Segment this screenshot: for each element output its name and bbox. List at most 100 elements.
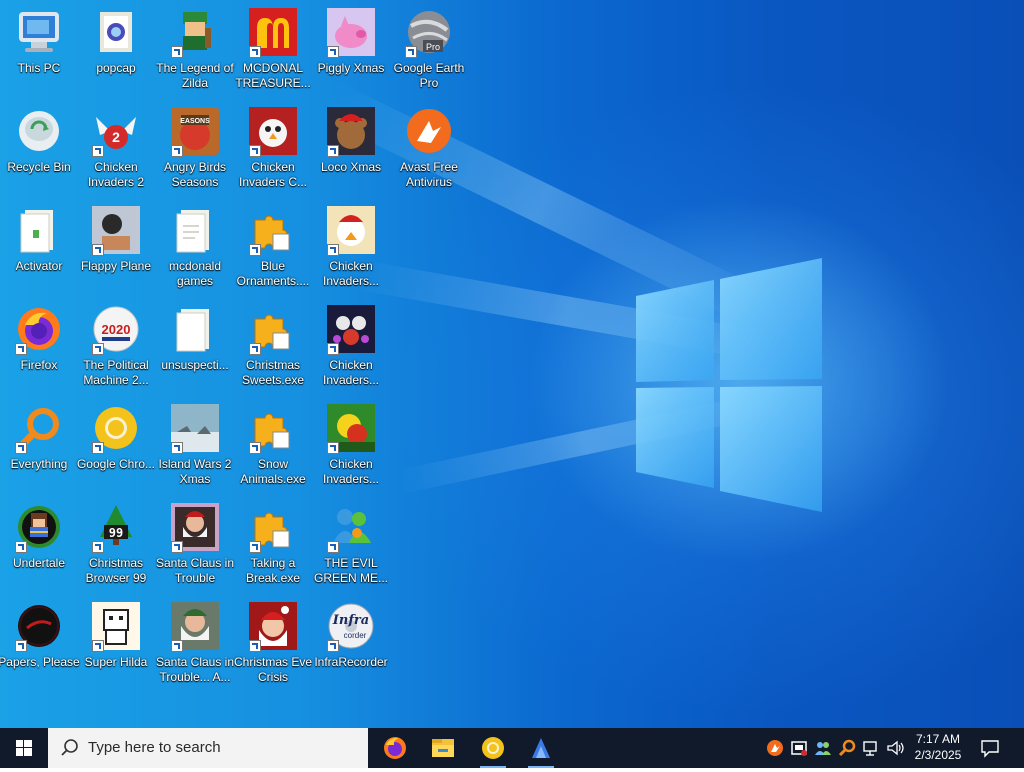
search-icon bbox=[61, 739, 78, 756]
shortcut-arrow-icon bbox=[92, 442, 104, 454]
shortcut-arrow-icon bbox=[327, 244, 339, 256]
desktop-icon-avast[interactable]: Avast Free Antivirus bbox=[390, 105, 468, 201]
desktop-icon-undertale[interactable]: Undertale bbox=[0, 501, 78, 597]
desktop-icon-political-machine[interactable]: 2020 The Political Machine 2... bbox=[77, 303, 155, 399]
icon-label: MCDONAL TREASURE... bbox=[235, 61, 311, 90]
icon-label: The Political Machine 2... bbox=[83, 358, 149, 387]
desktop-icon-recycle-bin[interactable]: Recycle Bin bbox=[0, 105, 78, 201]
avast-tray-icon[interactable] bbox=[766, 739, 784, 757]
desktop-icon-snow-animals[interactable]: Snow Animals.exe bbox=[234, 402, 312, 498]
desktop-icon-christmas-sweets[interactable]: Christmas Sweets.exe bbox=[234, 303, 312, 399]
everything-tray-icon[interactable] bbox=[838, 739, 856, 757]
desktop-icon-papers-please[interactable]: Papers, Please bbox=[0, 600, 80, 696]
icon-label: Taking a Break.exe bbox=[245, 556, 301, 585]
shortcut-arrow-icon bbox=[249, 541, 261, 553]
notification-icon[interactable] bbox=[980, 738, 1000, 758]
desktop-icon-activator[interactable]: Activator bbox=[0, 204, 78, 300]
firefox-icon bbox=[384, 737, 406, 759]
desktop-icon-loco-xmas[interactable]: Loco Xmas bbox=[312, 105, 390, 201]
icon-label: Firefox bbox=[20, 358, 58, 372]
desktop-icon-mcdonald-treasure[interactable]: MCDONAL TREASURE... bbox=[234, 6, 312, 102]
desktop[interactable]: This PC Recycle Bin Activator Firefox Ev… bbox=[0, 0, 1024, 728]
folder-icon bbox=[20, 210, 53, 253]
shortcut-arrow-icon bbox=[15, 640, 27, 652]
file-explorer-icon bbox=[432, 739, 454, 757]
icon-label: Snow Animals.exe bbox=[240, 457, 306, 486]
icon-label: Chicken Invaders... bbox=[322, 358, 380, 387]
shortcut-arrow-icon bbox=[92, 343, 104, 355]
icon-label: Flappy Plane bbox=[80, 259, 152, 273]
desktop-icon-chicken-invaders-c[interactable]: Chicken Invaders C... bbox=[234, 105, 312, 201]
desktop-icon-taking-a-break[interactable]: Taking a Break.exe bbox=[234, 501, 312, 597]
icon-label: Super Hilda bbox=[84, 655, 148, 669]
desktop-icon-popcap[interactable]: popcap bbox=[77, 6, 155, 102]
recycle-bin-icon bbox=[19, 111, 59, 151]
clock[interactable]: 7:17 AM 2/3/2025 bbox=[906, 731, 970, 763]
shortcut-arrow-icon bbox=[249, 640, 261, 652]
icon-label: Loco Xmas bbox=[320, 160, 382, 174]
clock-time: 7:17 AM bbox=[915, 732, 961, 746]
taskbar-app-google-chrome[interactable] bbox=[470, 728, 516, 768]
icon-label: Island Wars 2 Xmas bbox=[158, 457, 232, 486]
desktop-icon-firefox[interactable]: Firefox bbox=[0, 303, 78, 399]
desktop-icon-christmas-eve-crisis[interactable]: Christmas Eve Crisis bbox=[234, 600, 312, 696]
light-beam bbox=[357, 260, 777, 363]
desktop-icon-santa-claus-in-trouble[interactable]: Santa Claus in Trouble bbox=[156, 501, 234, 597]
taskbar-app-file-explorer[interactable] bbox=[420, 728, 466, 768]
badge-text: EASONS bbox=[180, 118, 210, 125]
desktop-icon-google-chrome[interactable]: Google Chro... bbox=[77, 402, 155, 498]
icon-label: Blue Ornaments.... bbox=[236, 259, 310, 288]
shortcut-arrow-icon bbox=[15, 541, 27, 553]
icon-label: Google Earth Pro bbox=[393, 61, 465, 90]
icon-label: Angry Birds Seasons bbox=[163, 160, 227, 189]
volume-icon[interactable] bbox=[886, 739, 904, 757]
desktop-icon-evil-green-messenger[interactable]: THE EVIL GREEN ME... bbox=[312, 501, 390, 597]
taskbar: Type here to search 7:17 AM 2/3/2025 bbox=[0, 728, 1024, 768]
desktop-icon-legend-of-zilda[interactable]: The Legend of Zilda bbox=[156, 6, 234, 102]
desktop-icon-piggly-xmas[interactable]: Piggly Xmas bbox=[312, 6, 390, 102]
shortcut-arrow-icon bbox=[92, 145, 104, 157]
shortcut-arrow-icon bbox=[327, 343, 339, 355]
icon-label: Christmas Sweets.exe bbox=[241, 358, 305, 387]
desktop-icon-everything[interactable]: Everything bbox=[0, 402, 78, 498]
desktop-icon-chicken-invaders-space[interactable]: Chicken Invaders... bbox=[312, 303, 390, 399]
icon-label: InfraRecorder bbox=[314, 655, 388, 669]
security-tray-icon[interactable] bbox=[790, 739, 808, 757]
desktop-icon-chicken-invaders-green[interactable]: Chicken Invaders... bbox=[312, 402, 390, 498]
start-button[interactable] bbox=[0, 728, 48, 768]
taskbar-app-firefox[interactable] bbox=[372, 728, 418, 768]
people-tray-icon[interactable] bbox=[814, 739, 832, 757]
taskbar-app-blue[interactable] bbox=[518, 728, 564, 768]
shortcut-arrow-icon bbox=[171, 442, 183, 454]
icon-label: Christmas Eve Crisis bbox=[233, 655, 313, 684]
shortcut-arrow-icon bbox=[92, 541, 104, 553]
desktop-icon-blue-ornaments[interactable]: Blue Ornaments.... bbox=[234, 204, 312, 300]
shortcut-arrow-icon bbox=[171, 541, 183, 553]
shortcut-arrow-icon bbox=[249, 343, 261, 355]
desktop-icon-infrarecorder[interactable]: Infra corder InfraRecorder bbox=[312, 600, 390, 696]
desktop-icon-chicken-invaders-2[interactable]: 2 Chicken Invaders 2 bbox=[77, 105, 155, 201]
icon-label: Everything bbox=[10, 457, 68, 471]
icon-label: Christmas Browser 99 bbox=[85, 556, 147, 585]
avast-icon bbox=[407, 109, 451, 153]
windows-start-icon bbox=[16, 740, 32, 756]
network-icon[interactable] bbox=[862, 739, 880, 757]
icon-label: popcap bbox=[96, 61, 136, 75]
desktop-icon-flappy-plane[interactable]: Flappy Plane bbox=[77, 204, 155, 300]
desktop-icon-this-pc[interactable]: This PC bbox=[0, 6, 78, 102]
desktop-icon-christmas-browser-99[interactable]: 99 Christmas Browser 99 bbox=[77, 501, 155, 597]
search-box[interactable]: Type here to search bbox=[48, 728, 368, 768]
icon-label: Google Chro... bbox=[76, 457, 156, 471]
icon-label: Avast Free Antivirus bbox=[400, 160, 458, 189]
badge-text: 99 bbox=[109, 526, 123, 540]
desktop-icon-chicken-invaders-xmas[interactable]: Chicken Invaders... bbox=[312, 204, 390, 300]
shortcut-arrow-icon bbox=[15, 442, 27, 454]
desktop-icon-island-wars-2[interactable]: Island Wars 2 Xmas bbox=[156, 402, 234, 498]
desktop-icon-super-hilda[interactable]: Super Hilda bbox=[77, 600, 155, 696]
desktop-icon-google-earth-pro[interactable]: Pro Google Earth Pro bbox=[390, 6, 468, 102]
desktop-icon-mcdonald-games[interactable]: mcdonald games bbox=[156, 204, 234, 300]
desktop-icon-santa-claus-in-trouble-again[interactable]: Santa Claus in Trouble... A... bbox=[156, 600, 234, 696]
desktop-icon-unsuspecti[interactable]: unsuspecti... bbox=[156, 303, 234, 399]
icon-label: Chicken Invaders C... bbox=[238, 160, 308, 189]
desktop-icon-angry-birds-seasons[interactable]: EASONS Angry Birds Seasons bbox=[156, 105, 234, 201]
